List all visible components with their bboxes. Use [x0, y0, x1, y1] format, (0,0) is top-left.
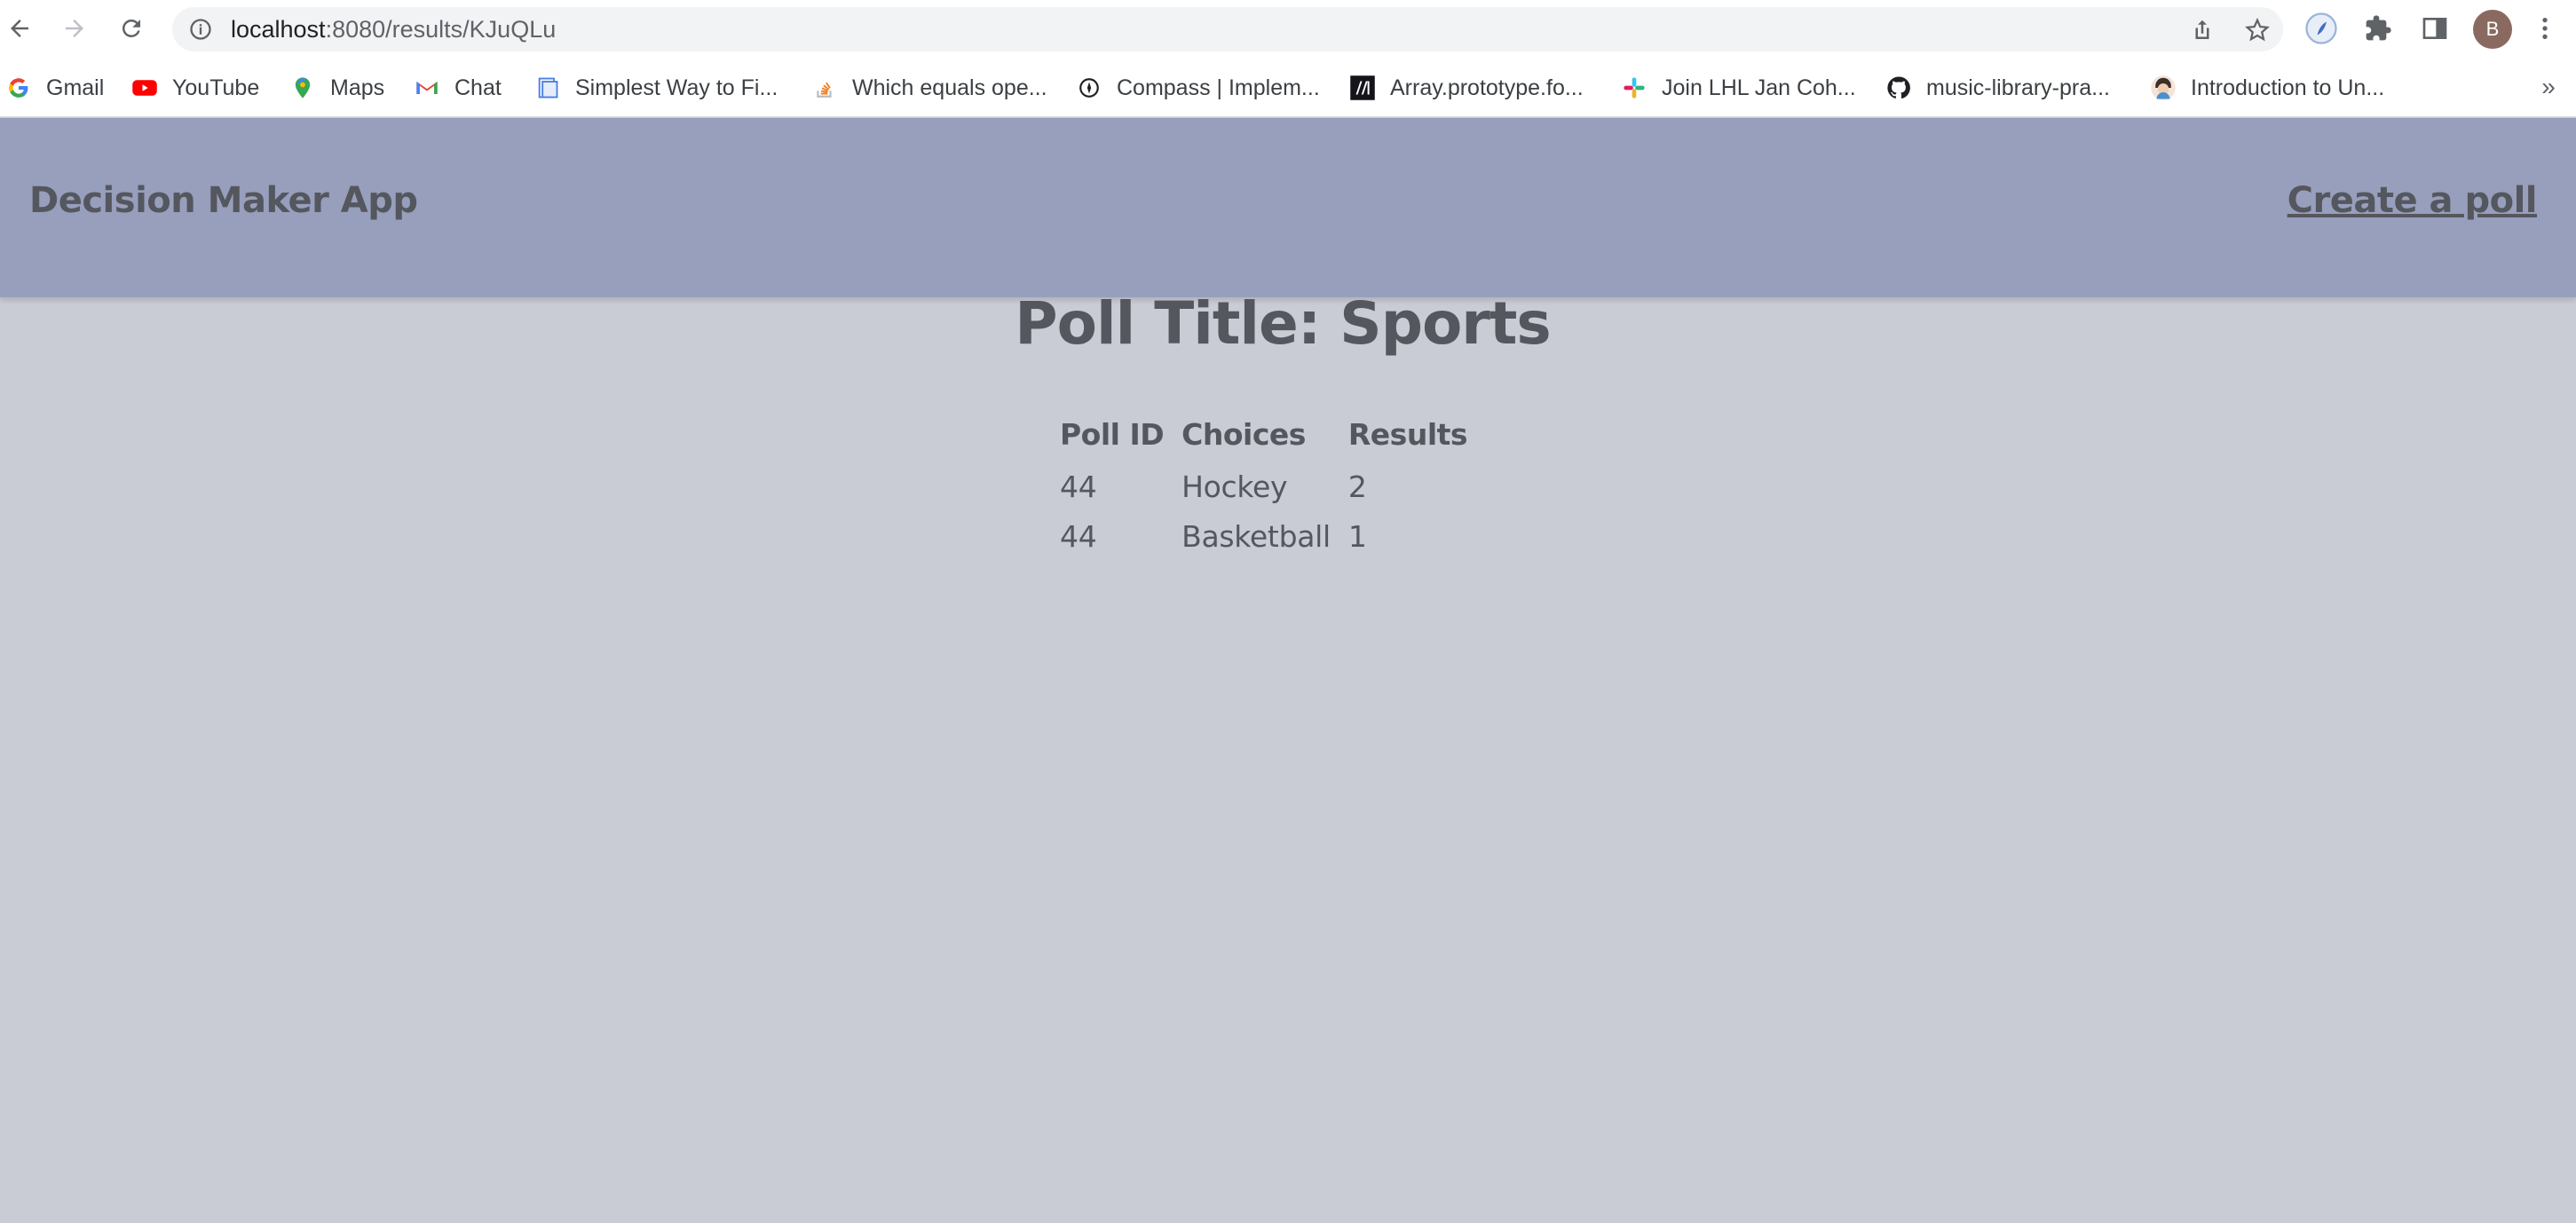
- bookmark-label: Join LHL Jan Coh...: [1662, 75, 1856, 100]
- arrow-right-icon: [66, 20, 83, 37]
- bookmark-label: YouTube: [172, 75, 260, 100]
- table-row: 44 Hockey 2: [1053, 462, 1478, 511]
- back-button[interactable]: [0, 9, 39, 48]
- bookmark-label: Introduction to Un...: [2191, 75, 2385, 100]
- column-header-results: Results: [1347, 416, 1468, 452]
- doc-icon: [534, 75, 561, 101]
- bookmark-label: music-library-pra...: [1926, 75, 2110, 100]
- bookmarks-bar: Gmail YouTube Maps Chat Simplest Way to …: [0, 59, 2576, 117]
- table-row: 44 Basketball 1: [1053, 511, 1478, 561]
- profile-avatar[interactable]: B: [2473, 10, 2512, 49]
- browser-toolbar: localhost:8080/results/KJuQLu B: [0, 0, 2576, 59]
- bookmark-label: Chat: [454, 75, 502, 100]
- address-bar[interactable]: localhost:8080/results/KJuQLu: [172, 7, 2283, 51]
- side-panel-button[interactable]: [2418, 12, 2452, 45]
- bookmark-join-lhl[interactable]: Join LHL Jan Coh...: [1621, 73, 1856, 103]
- star-icon[interactable]: [2244, 17, 2271, 43]
- bookmark-array-prototype[interactable]: Array.prototype.fo...: [1349, 73, 1584, 103]
- github-icon: [1885, 75, 1912, 101]
- poll-id-cell: 44: [1060, 469, 1097, 504]
- maps-icon: [289, 75, 316, 101]
- stackoverflow-icon: [811, 75, 838, 101]
- side-panel-icon: [2422, 18, 2447, 39]
- poll-id-cell: 44: [1060, 518, 1097, 554]
- bookmark-chat[interactable]: Chat: [414, 73, 502, 103]
- results-table: Poll ID Choices Results 44 Hockey 2 44 B…: [1053, 410, 1478, 561]
- bookmark-gmail[interactable]: Gmail: [5, 73, 104, 103]
- bookmark-label: Gmail: [46, 75, 105, 100]
- column-header-choices: Choices: [1181, 416, 1306, 452]
- column-header-poll-id: Poll ID: [1060, 416, 1165, 452]
- bookmark-label: Array.prototype.fo...: [1390, 75, 1584, 100]
- browser-menu-button[interactable]: [2528, 12, 2562, 45]
- arrow-left-icon: [11, 20, 28, 37]
- result-cell: 1: [1347, 518, 1367, 554]
- forward-button[interactable]: [55, 9, 94, 48]
- bookmark-music-library[interactable]: music-library-pra...: [1885, 73, 2110, 103]
- create-poll-link[interactable]: Create a poll: [2288, 180, 2538, 221]
- puzzle-icon: [2366, 15, 2391, 41]
- compass-icon: [1076, 75, 1102, 101]
- url-path: :8080/results/KJuQLu: [325, 16, 557, 43]
- share-icon[interactable]: [2189, 17, 2216, 43]
- url-host: localhost: [231, 16, 326, 43]
- extensions-button[interactable]: [2361, 12, 2395, 45]
- bookmark-simplest-way[interactable]: Simplest Way to Fi...: [534, 73, 778, 103]
- table-header-row: Poll ID Choices Results: [1053, 410, 1478, 462]
- bookmark-label: Simplest Way to Fi...: [575, 75, 778, 100]
- site-header: Decision Maker App Create a poll: [0, 118, 2576, 297]
- choice-cell: Hockey: [1181, 469, 1288, 504]
- choice-cell: Basketball: [1181, 518, 1331, 554]
- bookmarks-more-button[interactable]: »: [2535, 71, 2562, 103]
- bookmark-compass[interactable]: Compass | Implem...: [1076, 73, 1320, 103]
- bookmark-label: Which equals ope...: [852, 75, 1047, 100]
- bookmark-label: Maps: [330, 75, 385, 100]
- info-icon: [190, 19, 211, 40]
- reload-button[interactable]: [112, 9, 151, 48]
- url-text: localhost:8080/results/KJuQLu: [231, 16, 556, 43]
- extension-app-button[interactable]: [2304, 12, 2338, 45]
- bookmark-which-equals[interactable]: Which equals ope...: [811, 73, 1047, 103]
- gmail-chat-icon: [414, 75, 440, 101]
- bookmark-youtube[interactable]: YouTube: [131, 73, 259, 103]
- result-cell: 2: [1347, 469, 1367, 504]
- poll-title: Poll Title: Sports: [1015, 289, 1551, 358]
- kebab-menu-icon: [2542, 18, 2548, 39]
- mdn-icon: [1349, 75, 1376, 101]
- avatar-icon: [2150, 75, 2177, 101]
- bookmark-label: Compass | Implem...: [1117, 75, 1320, 100]
- bookmark-maps[interactable]: Maps: [289, 73, 384, 103]
- extension-app-icon: [2305, 12, 2337, 44]
- google-icon: [5, 75, 32, 101]
- bookmark-introduction[interactable]: Introduction to Un...: [2150, 73, 2384, 103]
- youtube-icon: [131, 75, 158, 101]
- reload-icon: [122, 19, 140, 37]
- slack-icon: [1621, 75, 1648, 101]
- app-brand[interactable]: Decision Maker App: [29, 180, 418, 221]
